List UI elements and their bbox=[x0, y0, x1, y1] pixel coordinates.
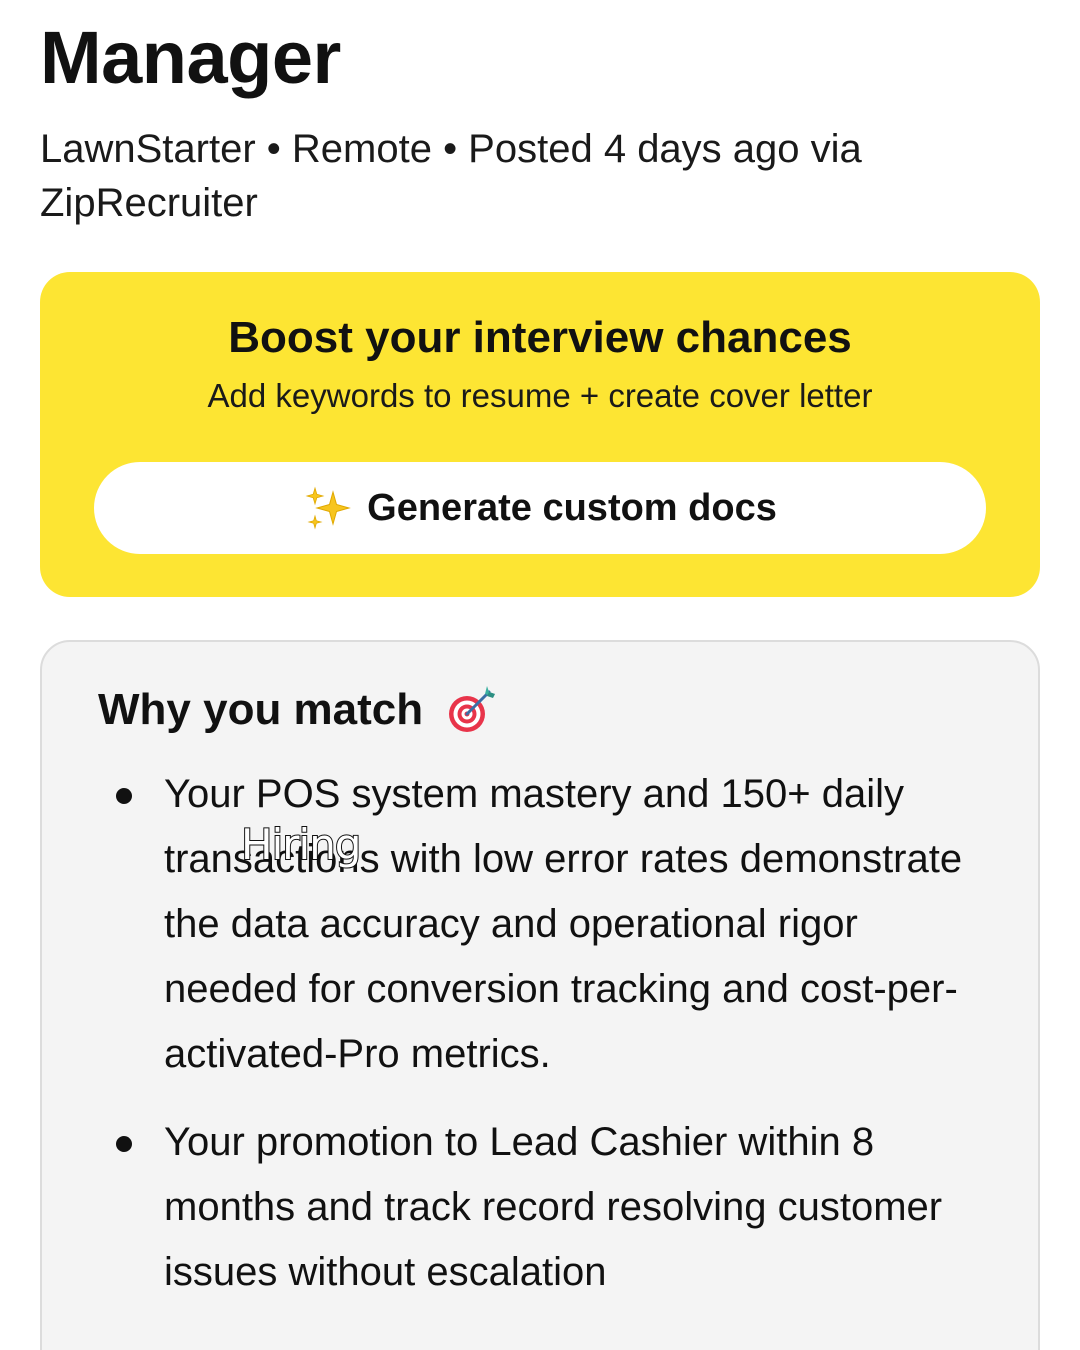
target-icon bbox=[443, 682, 499, 738]
match-reason-text: Your promotion to Lead Cashier within 8 … bbox=[164, 1120, 943, 1294]
bullet-dot bbox=[116, 788, 132, 804]
boost-title: Boost your interview chances bbox=[228, 313, 852, 362]
bullet-dot bbox=[116, 1136, 132, 1152]
list-item: Your POS system mastery and 150+ daily t… bbox=[42, 762, 1042, 1087]
generate-button-label: Generate custom docs bbox=[367, 487, 777, 529]
match-title: Why you match bbox=[98, 685, 424, 734]
sparkles-icon bbox=[303, 484, 352, 532]
generate-custom-docs-button[interactable]: Generate custom docs bbox=[94, 462, 986, 554]
boost-card: Boost your interview chances Add keyword… bbox=[40, 272, 1040, 597]
job-detail-page: Manager LawnStarter • Remote • Posted 4 … bbox=[0, 0, 1080, 1350]
boost-subtitle: Add keywords to resume + create cover le… bbox=[207, 377, 873, 414]
match-reasons-list: Your POS system mastery and 150+ daily t… bbox=[42, 762, 1042, 1328]
why-you-match-card: Why you match Your POS system mastery an… bbox=[40, 640, 1040, 1350]
job-title: Manager bbox=[40, 16, 341, 99]
match-reason-text: Your POS system mastery and 150+ daily t… bbox=[164, 772, 963, 1076]
hiring-caption-overlay: Hiring bbox=[240, 819, 362, 870]
match-header: Why you match bbox=[98, 682, 499, 738]
job-meta: LawnStarter • Remote • Posted 4 days ago… bbox=[40, 127, 862, 225]
list-item: Your promotion to Lead Cashier within 8 … bbox=[42, 1110, 1042, 1305]
